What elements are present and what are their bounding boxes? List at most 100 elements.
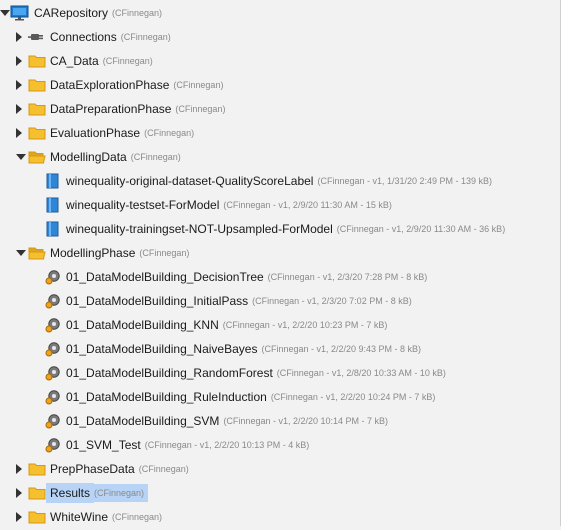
tree-node-data-entry[interactable]: winequality-original-dataset-QualityScor… (44, 171, 492, 191)
tree-node-process-entry[interactable]: 01_DataModelBuilding_RandomForest (CFinn… (44, 363, 446, 383)
tree-node-owner: (CFinnegan) (138, 464, 189, 474)
tree-node-label: winequality-trainingset-NOT-Upsampled-Fo… (66, 222, 333, 236)
tree-node-evaluationphase[interactable]: EvaluationPhase (CFinnegan) (16, 123, 194, 143)
tree-node-owner: (CFinnegan - v1, 2/9/20 11:30 AM - 15 kB… (223, 200, 392, 210)
tree-node-connections[interactable]: Connections (CFinnegan) (16, 27, 171, 47)
expand-arrow-icon[interactable] (16, 56, 22, 66)
tree-node-owner: (CFinnegan - v1, 2/8/20 10:33 AM - 10 kB… (276, 368, 446, 378)
plug-icon (28, 29, 46, 45)
folder-open-icon (28, 245, 46, 261)
tree-node-label: 01_DataModelBuilding_RuleInduction (66, 390, 267, 404)
tree-node-label: 01_DataModelBuilding_DecisionTree (66, 270, 264, 284)
tree-node-label: ModellingPhase (50, 246, 136, 260)
tree-node-owner: (CFinnegan) (112, 8, 163, 18)
collapse-arrow-icon[interactable] (16, 154, 26, 160)
tree-node-owner: (CFinnegan) (175, 104, 226, 114)
tree-node-label: DataExplorationPhase (50, 78, 170, 92)
tree-node-label: EvaluationPhase (50, 126, 141, 140)
tree-node-carepository[interactable]: CARepository (CFinnegan) (0, 3, 162, 23)
tree-node-owner: (CFinnegan) (120, 32, 171, 42)
tree-node-label: DataPreparationPhase (50, 102, 172, 116)
collapse-arrow-icon[interactable] (16, 250, 26, 256)
tree-node-owner: (CFinnegan - v1, 2/2/20 10:13 PM - 4 kB) (144, 440, 310, 450)
folder-icon (28, 509, 46, 525)
tree-node-label: winequality-original-dataset-QualityScor… (66, 174, 314, 188)
tree-node-label: 01_SVM_Test (66, 438, 141, 452)
folder-icon (28, 53, 46, 69)
tree-node-owner: (CFinnegan - v1, 2/2/20 9:43 PM - 8 kB) (261, 344, 422, 354)
expand-arrow-icon[interactable] (16, 80, 22, 90)
data-table-icon (44, 197, 62, 213)
tree-node-label: 01_DataModelBuilding_NaiveBayes (66, 342, 258, 356)
tree-node-results[interactable]: Results (CFinnegan) (16, 483, 149, 503)
tree-node-label: WhiteWine (50, 510, 109, 524)
expand-arrow-icon[interactable] (16, 128, 22, 138)
tree-node-label: CARepository (34, 6, 109, 20)
tree-node-owner: (CFinnegan - v1, 2/9/20 11:30 AM - 36 kB… (336, 224, 506, 234)
tree-node-process-entry[interactable]: 01_DataModelBuilding_KNN (CFinnegan - v1… (44, 315, 387, 335)
tree-node-label: PrepPhaseData (50, 462, 135, 476)
tree-node-label: 01_DataModelBuilding_RandomForest (66, 366, 273, 380)
tree-node-process-entry[interactable]: 01_DataModelBuilding_RuleInduction (CFin… (44, 387, 435, 407)
tree-node-owner: (CFinnegan) (102, 56, 153, 66)
tree-node-process-entry[interactable]: 01_DataModelBuilding_SVM (CFinnegan - v1… (44, 411, 388, 431)
tree-node-owner: (CFinnegan - v1, 2/2/20 10:24 PM - 7 kB) (270, 392, 436, 402)
expand-arrow-icon[interactable] (16, 488, 22, 498)
tree-node-label: 01_DataModelBuilding_InitialPass (66, 294, 249, 308)
tree-node-label: 01_DataModelBuilding_SVM (66, 414, 220, 428)
tree-node-owner: (CFinnegan - v1, 1/31/20 2:49 PM - 139 k… (317, 176, 493, 186)
expand-arrow-icon[interactable] (16, 104, 22, 114)
expand-arrow-icon[interactable] (16, 464, 22, 474)
repository-tree: CARepository (CFinnegan) Connections (CF… (0, 0, 561, 526)
tree-node-label: Connections (50, 30, 117, 44)
tree-node-data-entry[interactable]: winequality-trainingset-NOT-Upsampled-Fo… (44, 219, 505, 239)
folder-icon (28, 461, 46, 477)
folder-icon (28, 77, 46, 93)
tree-node-owner: (CFinnegan - v1, 2/3/20 7:02 PM - 8 kB) (252, 296, 412, 306)
tree-node-dataexplorationphase[interactable]: DataExplorationPhase (CFinnegan) (16, 75, 223, 95)
process-gear-icon (44, 437, 62, 453)
expand-arrow-icon[interactable] (16, 32, 22, 42)
tree-node-ca-data[interactable]: CA_Data (CFinnegan) (16, 51, 153, 71)
process-gear-icon (44, 389, 62, 405)
process-gear-icon (44, 293, 62, 309)
tree-node-label: Results (46, 483, 95, 503)
process-gear-icon (44, 365, 62, 381)
tree-node-owner: (CFinnegan) (144, 128, 195, 138)
process-gear-icon (44, 269, 62, 285)
tree-node-process-entry[interactable]: 01_DataModelBuilding_DecisionTree (CFinn… (44, 267, 427, 287)
tree-node-process-entry[interactable]: 01_DataModelBuilding_NaiveBayes (CFinneg… (44, 339, 421, 359)
expand-arrow-icon[interactable] (16, 512, 22, 522)
tree-node-owner: (CFinnegan) (94, 484, 149, 502)
folder-icon (28, 125, 46, 141)
data-table-icon (44, 221, 62, 237)
folder-icon (28, 101, 46, 117)
tree-node-data-entry[interactable]: winequality-testset-ForModel (CFinnegan … (44, 195, 392, 215)
tree-node-process-entry[interactable]: 01_SVM_Test (CFinnegan - v1, 2/2/20 10:1… (44, 435, 309, 455)
tree-node-owner: (CFinnegan - v1, 2/2/20 10:23 PM - 7 kB) (222, 320, 388, 330)
tree-node-owner: (CFinnegan - v1, 2/2/20 10:14 PM - 7 kB) (223, 416, 389, 426)
collapse-arrow-icon[interactable] (0, 10, 10, 16)
process-gear-icon (44, 341, 62, 357)
tree-node-owner: (CFinnegan) (112, 512, 163, 522)
tree-node-label: 01_DataModelBuilding_KNN (66, 318, 219, 332)
tree-node-label: ModellingData (50, 150, 127, 164)
tree-node-whitewine[interactable]: WhiteWine (CFinnegan) (16, 507, 162, 527)
repository-monitor-icon (10, 5, 30, 21)
tree-node-label: CA_Data (50, 54, 99, 68)
tree-node-datapreparationphase[interactable]: DataPreparationPhase (CFinnegan) (16, 99, 225, 119)
tree-node-modellingdata[interactable]: ModellingData (CFinnegan) (16, 147, 181, 167)
data-table-icon (44, 173, 62, 189)
tree-node-label: winequality-testset-ForModel (66, 198, 220, 212)
tree-node-owner: (CFinnegan - v1, 2/3/20 7:28 PM - 8 kB) (267, 272, 428, 282)
tree-node-owner: (CFinnegan) (139, 248, 190, 258)
folder-open-icon (28, 149, 46, 165)
tree-node-owner: (CFinnegan) (173, 80, 224, 90)
process-gear-icon (44, 413, 62, 429)
tree-node-process-entry[interactable]: 01_DataModelBuilding_InitialPass (CFinne… (44, 291, 412, 311)
process-gear-icon (44, 317, 62, 333)
folder-icon (28, 485, 46, 501)
tree-node-prepphasedata[interactable]: PrepPhaseData (CFinnegan) (16, 459, 189, 479)
tree-node-modellingphase[interactable]: ModellingPhase (CFinnegan) (16, 243, 189, 263)
tree-node-owner: (CFinnegan) (130, 152, 181, 162)
